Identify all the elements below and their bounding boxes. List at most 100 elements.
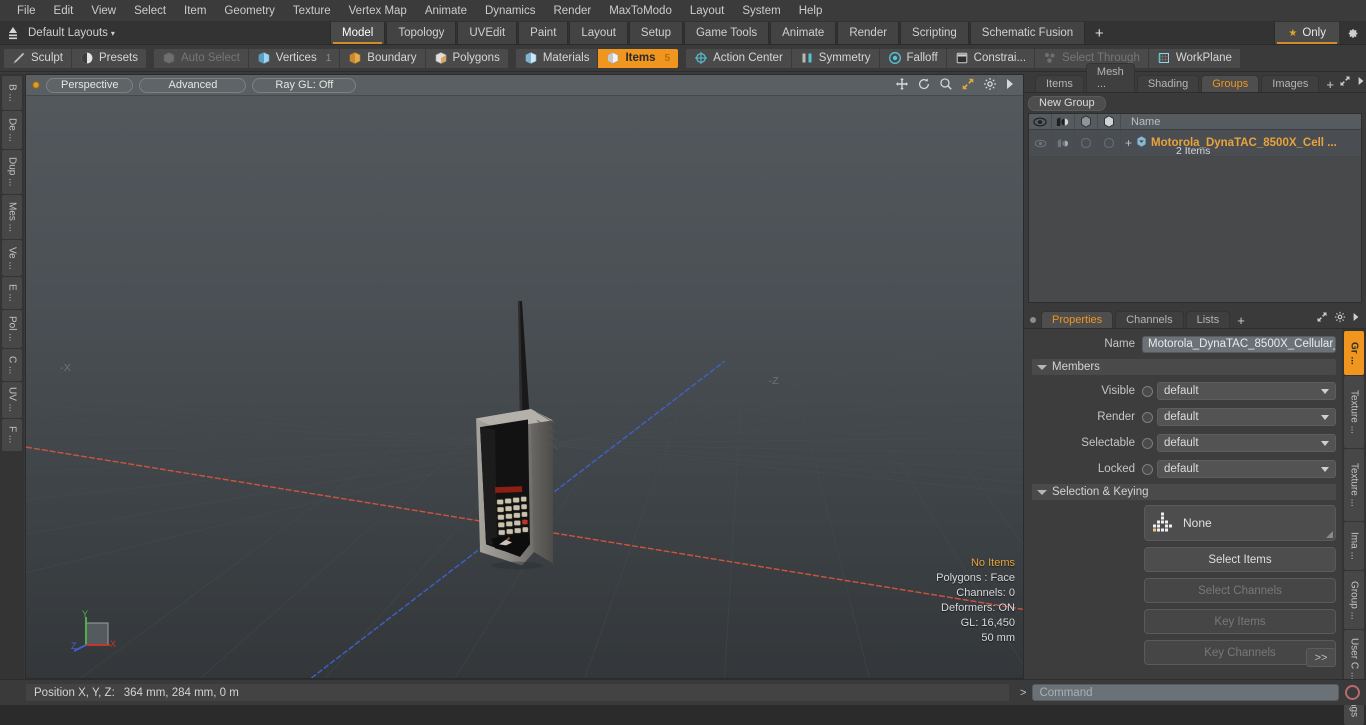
left-tab-polygon[interactable]: Pol ...: [2, 310, 22, 348]
menu-item-item[interactable]: Item: [175, 2, 215, 20]
visible-state-indicator[interactable]: [1142, 385, 1153, 397]
render-state-indicator[interactable]: [1142, 411, 1153, 423]
groups-list[interactable]: Name + Motorola_DynaTAC_8500X_Cell ... 2…: [1028, 113, 1362, 303]
3d-viewport[interactable]: Perspective Advanced Ray GL: Off -X -Z Y…: [25, 74, 1024, 679]
viewport-raygl-button[interactable]: Ray GL: Off: [252, 77, 357, 93]
row-render-toggle[interactable]: [1052, 130, 1075, 156]
locked-dropdown[interactable]: default: [1157, 460, 1336, 478]
chevron-down-icon[interactable]: ▾: [111, 29, 115, 38]
menu-item-render[interactable]: Render: [544, 2, 600, 20]
viewport-projection-button[interactable]: Perspective: [46, 77, 134, 93]
add-properties-tab-button[interactable]: +: [1232, 313, 1250, 328]
tab-mesh[interactable]: Mesh ...: [1085, 63, 1135, 92]
left-tab-edge[interactable]: E ...: [2, 277, 22, 309]
right-tab-texture-1[interactable]: Texture ...: [1344, 376, 1364, 448]
layout-settings-gear-icon[interactable]: [1339, 22, 1366, 44]
row-select-toggle[interactable]: [1075, 130, 1098, 156]
record-macro-icon[interactable]: [1345, 685, 1360, 700]
right-tab-images[interactable]: Ima ...: [1344, 522, 1364, 570]
menu-item-texture[interactable]: Texture: [284, 2, 340, 20]
layout-preset-label[interactable]: Default Layouts: [22, 27, 114, 39]
layout-tab-render[interactable]: Render: [837, 22, 900, 44]
expand-row-icon[interactable]: +: [1125, 137, 1132, 149]
groups-list-empty-area[interactable]: [1029, 157, 1361, 302]
viewport-canvas[interactable]: -X -Z Y X Z No Items Polygons: Face Cha…: [26, 96, 1023, 678]
selection-keying-section-header[interactable]: Selection & Keying: [1032, 484, 1336, 500]
table-row[interactable]: + Motorola_DynaTAC_8500X_Cell ... 2 Item…: [1029, 130, 1361, 157]
arrow-right-icon[interactable]: [1352, 312, 1360, 325]
left-tab-curve[interactable]: C ...: [2, 349, 22, 381]
row-lock-toggle[interactable]: [1098, 130, 1121, 156]
menu-item-edit[interactable]: Edit: [45, 2, 83, 20]
falloff-button[interactable]: Falloff: [879, 48, 947, 68]
presets-button[interactable]: Presets: [71, 48, 146, 68]
viewport-menu-dot-icon[interactable]: [32, 81, 40, 89]
layout-tab-topology[interactable]: Topology: [386, 22, 457, 44]
zoom-icon[interactable]: [939, 77, 953, 91]
gear-icon[interactable]: [983, 77, 997, 91]
rotate-icon[interactable]: [917, 77, 931, 91]
gear-icon[interactable]: [1334, 311, 1346, 326]
tab-channels[interactable]: Channels: [1115, 311, 1184, 328]
vertices-button[interactable]: Vertices 1: [248, 48, 341, 68]
right-tab-groups[interactable]: Gr ...: [1344, 331, 1364, 375]
menu-item-view[interactable]: View: [82, 2, 125, 20]
right-tab-group[interactable]: Group ...: [1344, 571, 1364, 629]
add-layout-tab-button[interactable]: +: [1086, 22, 1113, 44]
tab-shading[interactable]: Shading: [1136, 75, 1200, 92]
arrow-right-icon[interactable]: [1005, 78, 1015, 90]
left-tab-uv[interactable]: UV ...: [2, 382, 22, 418]
materials-button[interactable]: Materials: [515, 48, 599, 68]
left-tab-deform[interactable]: De ...: [2, 111, 22, 149]
tab-items[interactable]: Items: [1035, 75, 1084, 92]
maximize-icon[interactable]: [1316, 311, 1328, 326]
group-name-input[interactable]: Motorola_DynaTAC_8500X_Cellular_P: [1142, 335, 1336, 353]
selectable-dropdown[interactable]: default: [1157, 434, 1336, 452]
action-center-button[interactable]: Action Center: [686, 48, 792, 68]
maximize-icon[interactable]: [961, 77, 975, 91]
workplane-button[interactable]: WorkPlane: [1148, 48, 1240, 68]
layout-tab-setup[interactable]: Setup: [628, 22, 683, 44]
menu-item-maxtomodo[interactable]: MaxToModo: [600, 2, 681, 20]
right-tab-texture-2[interactable]: Texture ...: [1344, 449, 1364, 521]
properties-menu-dot-icon[interactable]: [1030, 317, 1036, 323]
menu-item-layout[interactable]: Layout: [681, 2, 734, 20]
menu-item-file[interactable]: File: [8, 2, 45, 20]
maximize-icon[interactable]: [1339, 75, 1351, 90]
selection-set-picker[interactable]: None: [1144, 505, 1336, 541]
tab-images[interactable]: Images: [1261, 75, 1320, 92]
constraint-button[interactable]: Constrai...: [946, 48, 1036, 68]
layout-tab-model[interactable]: Model: [330, 22, 386, 44]
group-row-label[interactable]: + Motorola_DynaTAC_8500X_Cell ...: [1121, 135, 1337, 151]
selectable-state-indicator[interactable]: [1142, 437, 1153, 449]
menu-item-system[interactable]: System: [733, 2, 789, 20]
left-tab-mesh-edit[interactable]: Mes ...: [2, 195, 22, 239]
layout-tab-animate[interactable]: Animate: [770, 22, 837, 44]
tab-lists[interactable]: Lists: [1185, 311, 1231, 328]
layout-tab-schematic-fusion[interactable]: Schematic Fusion: [969, 22, 1086, 44]
sculpt-button[interactable]: Sculpt: [4, 48, 72, 68]
menu-item-animate[interactable]: Animate: [416, 2, 476, 20]
auto-select-button[interactable]: Auto Select: [153, 48, 249, 68]
left-tab-fusion[interactable]: F ...: [2, 419, 22, 451]
layout-tab-uvedit[interactable]: UVEdit: [457, 22, 518, 44]
locked-state-indicator[interactable]: [1142, 463, 1153, 475]
expand-properties-button[interactable]: >>: [1306, 648, 1336, 667]
symmetry-button[interactable]: Symmetry: [791, 48, 880, 68]
polygons-button[interactable]: Polygons: [425, 48, 508, 68]
visible-dropdown[interactable]: default: [1157, 382, 1336, 400]
command-input[interactable]: Command: [1032, 684, 1339, 701]
tab-groups[interactable]: Groups: [1201, 75, 1260, 92]
layout-tab-game-tools[interactable]: Game Tools: [683, 22, 770, 44]
menu-item-select[interactable]: Select: [125, 2, 175, 20]
layout-tab-paint[interactable]: Paint: [518, 22, 569, 44]
new-group-button[interactable]: New Group: [1028, 95, 1106, 111]
menu-item-help[interactable]: Help: [790, 2, 832, 20]
move-icon[interactable]: [895, 77, 909, 91]
select-items-button[interactable]: Select Items: [1144, 547, 1336, 572]
render-dropdown[interactable]: default: [1157, 408, 1336, 426]
row-eye-toggle[interactable]: [1029, 130, 1052, 156]
menu-item-geometry[interactable]: Geometry: [215, 2, 284, 20]
tab-properties[interactable]: Properties: [1041, 311, 1114, 328]
layout-tab-scripting[interactable]: Scripting: [900, 22, 969, 44]
